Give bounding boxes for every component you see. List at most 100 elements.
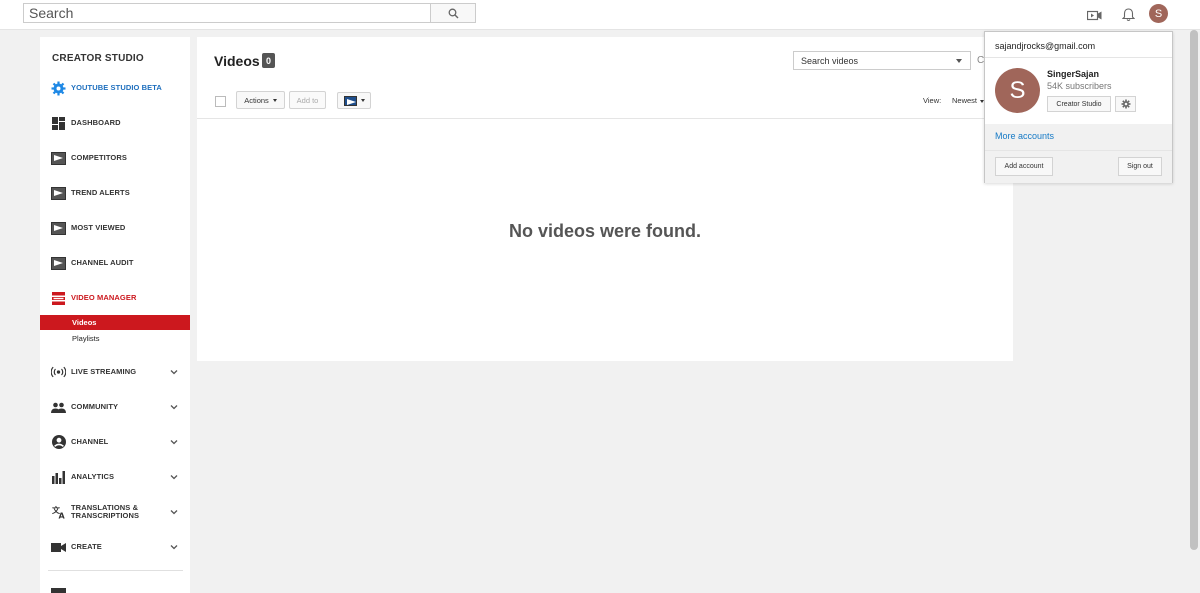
sidebar-item-youtube-studio-beta[interactable]: YOUTUBE STUDIO BETA bbox=[40, 73, 190, 103]
tubebuddy-icon bbox=[343, 95, 357, 106]
sign-out-button[interactable]: Sign out bbox=[1118, 157, 1162, 176]
upload-video-icon bbox=[1086, 10, 1101, 20]
sidebar-item-label: VIDEO MANAGER bbox=[71, 293, 137, 302]
broadcast-icon bbox=[51, 365, 66, 380]
gear-icon bbox=[1121, 99, 1130, 109]
sidebar-divider bbox=[48, 570, 183, 571]
sidebar-item-trend-alerts[interactable]: TREND ALERTS bbox=[40, 178, 190, 208]
page-scrollbar[interactable] bbox=[1188, 30, 1200, 593]
sidebar-item-competitors[interactable]: COMPETITORS bbox=[40, 143, 190, 173]
sidebar-subitem-label: Videos bbox=[72, 318, 97, 327]
account-menu-footer: Add account Sign out bbox=[985, 150, 1172, 183]
sidebar-item-channel-audit[interactable]: CHANNEL AUDIT bbox=[40, 248, 190, 278]
sidebar-item-label: COMMUNITY bbox=[71, 402, 119, 411]
view-label: View: bbox=[923, 96, 942, 105]
sidebar-item-label: COMPETITORS bbox=[71, 153, 127, 162]
sidebar-item-create[interactable]: CREATE bbox=[40, 532, 190, 562]
dashboard-icon bbox=[51, 116, 66, 131]
sidebar-item-label: CREATE bbox=[71, 542, 102, 551]
actions-button[interactable]: Actions bbox=[236, 91, 285, 109]
sidebar-item-dashboard[interactable]: DASHBOARD bbox=[40, 108, 190, 138]
scrollbar-thumb[interactable] bbox=[1190, 30, 1198, 550]
sidebar-subitem-playlists[interactable]: Playlists bbox=[40, 331, 190, 346]
add-account-button[interactable]: Add account bbox=[995, 157, 1053, 176]
more-accounts-link[interactable]: More accounts bbox=[985, 124, 1172, 150]
sidebar-item-label: TRANSLATIONS & TRANSCRIPTIONS bbox=[71, 504, 139, 520]
search-input[interactable] bbox=[23, 3, 430, 23]
bell-icon bbox=[1121, 8, 1135, 22]
search-icon bbox=[448, 8, 458, 18]
tubebuddy-icon bbox=[51, 256, 66, 271]
account-avatar[interactable]: S bbox=[995, 68, 1040, 113]
sidebar-bottom-icon bbox=[51, 588, 66, 593]
caret-down-icon[interactable] bbox=[956, 59, 962, 63]
empty-state-message: No videos were found. bbox=[508, 221, 702, 241]
caret-down-icon bbox=[272, 98, 277, 102]
sidebar-item-label: CHANNEL bbox=[71, 437, 109, 446]
notifications-button[interactable] bbox=[1118, 5, 1138, 25]
sidebar-item-label: LIVE STREAMING bbox=[71, 367, 137, 376]
sidebar-item-most-viewed[interactable]: MOST VIEWED bbox=[40, 213, 190, 243]
sidebar-item-label: YOUTUBE STUDIO BETA bbox=[71, 83, 162, 92]
sidebar: CREATOR STUDIO YOUTUBE STUDIO BETA DASHB… bbox=[40, 37, 190, 593]
sidebar-item-translations-transcriptions[interactable]: 文A TRANSLATIONS & TRANSCRIPTIONS bbox=[40, 497, 190, 527]
actions-label: Actions bbox=[244, 95, 269, 105]
search-videos-input[interactable]: Search videos bbox=[793, 51, 971, 70]
account-circle-icon bbox=[51, 435, 66, 450]
tubebuddy-icon bbox=[51, 151, 66, 166]
sidebar-item-live-streaming[interactable]: LIVE STREAMING bbox=[40, 357, 190, 387]
page-title: Videos bbox=[214, 53, 260, 69]
account-subscribers: 54K subscribers bbox=[1047, 81, 1112, 91]
account-name: SingerSajan bbox=[1047, 69, 1100, 79]
caret-down-icon bbox=[360, 99, 365, 102]
sidebar-item-label: DASHBOARD bbox=[71, 118, 121, 127]
svg-text:A: A bbox=[58, 512, 65, 520]
people-icon bbox=[51, 400, 66, 415]
sort-dropdown[interactable]: Newest bbox=[952, 96, 985, 105]
chevron-down-icon bbox=[170, 510, 178, 515]
sort-label: Newest bbox=[952, 96, 978, 105]
gear-icon bbox=[51, 81, 66, 96]
sidebar-item-channel[interactable]: CHANNEL bbox=[40, 427, 190, 457]
chevron-down-icon bbox=[170, 440, 178, 445]
video-count-badge: 0 bbox=[262, 53, 275, 68]
account-menu-divider bbox=[985, 57, 1172, 58]
search-videos-placeholder: Search videos bbox=[801, 55, 859, 66]
sidebar-item-label: MOST VIEWED bbox=[71, 223, 126, 232]
add-account-label: Add account bbox=[1004, 163, 1044, 170]
sidebar-item-video-manager[interactable]: VIDEO MANAGER bbox=[40, 283, 190, 313]
sign-out-label: Sign out bbox=[1127, 163, 1153, 170]
search-button[interactable] bbox=[430, 3, 476, 23]
sidebar-item-label-line2: TRANSCRIPTIONS bbox=[71, 511, 140, 520]
sidebar-subitem-label: Playlists bbox=[72, 334, 100, 343]
creator-studio-label: Creator Studio bbox=[1056, 100, 1102, 108]
sidebar-item-analytics[interactable]: ANALYTICS bbox=[40, 462, 190, 492]
tubebuddy-icon bbox=[51, 186, 66, 201]
avatar-letter: S bbox=[1009, 76, 1026, 104]
sidebar-item-community[interactable]: COMMUNITY bbox=[40, 392, 190, 422]
bar-chart-icon bbox=[51, 470, 66, 485]
chevron-down-icon bbox=[170, 545, 178, 550]
account-email: sajandjrocks@gmail.com bbox=[995, 41, 1096, 51]
tubebuddy-icon bbox=[51, 221, 66, 236]
sidebar-item-label: TREND ALERTS bbox=[71, 188, 130, 197]
chevron-down-icon bbox=[170, 475, 178, 480]
video-manager-icon bbox=[51, 291, 66, 306]
add-to-label: Add to bbox=[296, 95, 319, 105]
sidebar-item-label: ANALYTICS bbox=[71, 472, 115, 481]
select-all-checkbox[interactable] bbox=[215, 96, 226, 107]
main-panel: Videos 0 Search videos C Actions Add to … bbox=[197, 37, 1013, 361]
tubebuddy-bulk-button[interactable] bbox=[337, 92, 371, 109]
account-settings-button[interactable] bbox=[1115, 96, 1136, 112]
sidebar-subitem-videos[interactable]: Videos bbox=[40, 315, 190, 330]
avatar-letter: S bbox=[1154, 7, 1163, 20]
sidebar-title: CREATOR STUDIO bbox=[52, 53, 144, 64]
sidebar-item-label: CHANNEL AUDIT bbox=[71, 258, 134, 267]
chevron-down-icon bbox=[170, 405, 178, 410]
add-to-button[interactable]: Add to bbox=[289, 91, 326, 109]
upload-video-button[interactable] bbox=[1084, 5, 1104, 25]
chevron-down-icon bbox=[170, 370, 178, 375]
creator-studio-button[interactable]: Creator Studio bbox=[1047, 96, 1111, 112]
account-avatar-button[interactable]: S bbox=[1149, 4, 1168, 23]
more-accounts-label: More accounts bbox=[995, 131, 1055, 141]
